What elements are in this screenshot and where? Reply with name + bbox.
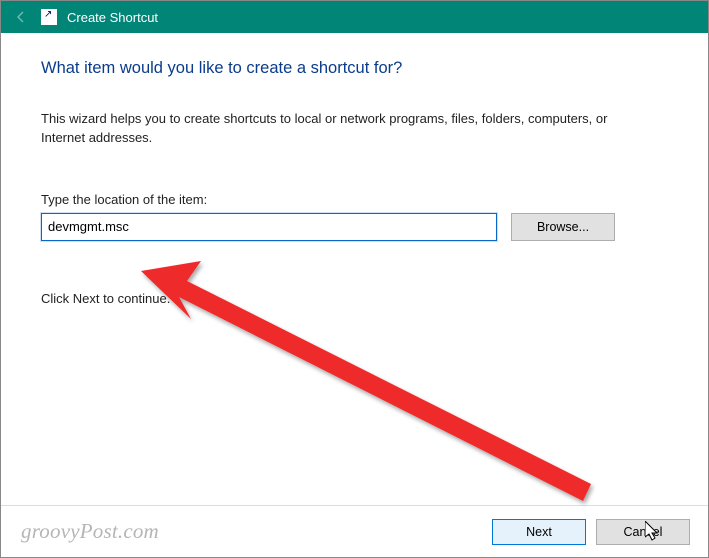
page-heading: What item would you like to create a sho… [41,59,668,78]
wizard-content: What item would you like to create a sho… [1,33,708,306]
next-button[interactable]: Next [492,519,586,545]
continue-hint: Click Next to continue. [41,291,668,306]
input-row: Browse... [41,213,668,241]
back-arrow-icon [11,7,31,27]
titlebar: Create Shortcut [1,1,708,33]
location-input[interactable] [41,213,497,241]
window-title: Create Shortcut [67,10,158,25]
shortcut-icon [41,9,57,25]
browse-button[interactable]: Browse... [511,213,615,241]
wizard-description: This wizard helps you to create shortcut… [41,110,631,148]
footer: groovyPost.com Next Cancel [1,505,708,557]
location-label: Type the location of the item: [41,192,668,207]
watermark: groovyPost.com [21,519,159,544]
cancel-button[interactable]: Cancel [596,519,690,545]
